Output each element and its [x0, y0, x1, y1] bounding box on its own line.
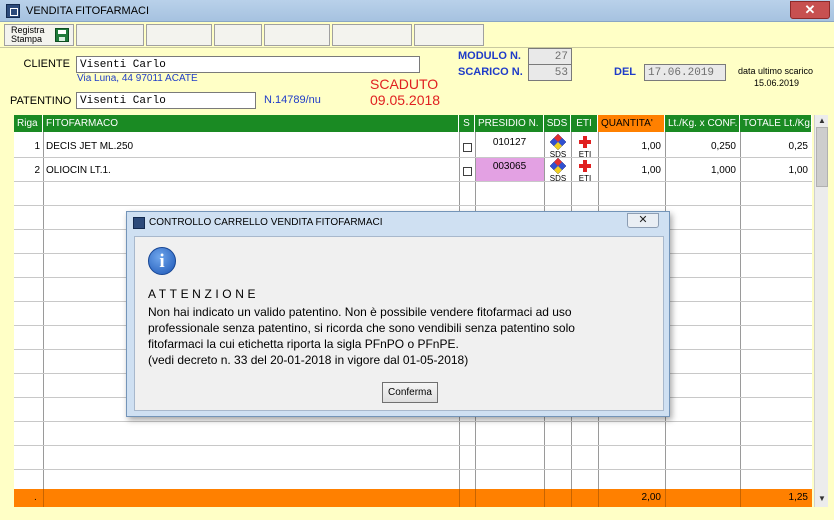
col-s: S [459, 115, 475, 132]
total-quantity: 2,00 [641, 492, 661, 503]
row-separator [14, 445, 812, 446]
toolbar-button-7[interactable] [414, 24, 484, 46]
col-sds: SDS [544, 115, 571, 132]
scroll-thumb[interactable] [816, 127, 828, 187]
presidio-number: 003065 [492, 161, 527, 172]
toolbar-button-5[interactable] [264, 24, 330, 46]
totals-marker: . [34, 492, 37, 503]
save-print-label: Registra Stampa [11, 25, 45, 44]
patentino-field[interactable]: Visenti Carlo [76, 92, 256, 109]
cliente-label: CLIENTE [23, 58, 70, 70]
sds-icon[interactable]: SDS [546, 158, 570, 182]
lt-per-conf: 0,250 [710, 141, 736, 152]
dialog-close-button[interactable]: ✕ [627, 213, 659, 228]
row-separator [14, 421, 812, 422]
col-separator [740, 132, 741, 489]
totals-row: . 2,00 1,25 [14, 489, 812, 507]
row-separator [14, 181, 812, 182]
toolbar: Registra Stampa [0, 22, 834, 48]
patentino-number: N.14789/nu [264, 94, 321, 106]
modulo-label: MODULO N. [458, 50, 521, 62]
total-lt-kg: 1,25 [788, 492, 808, 503]
col-totale: TOTALE Lt./Kg. [740, 115, 812, 132]
confirm-button[interactable]: Conferma [382, 382, 438, 403]
toolbar-button-4[interactable] [214, 24, 262, 46]
dialog-message: Non hai indicato un valido patentino. No… [148, 304, 648, 368]
total-lt: 0,25 [788, 141, 808, 152]
warning-dialog: CONTROLLO CARRELLO VENDITA FITOFARMACI ✕… [126, 211, 670, 417]
del-label: DEL [614, 66, 636, 78]
row-separator [14, 469, 812, 470]
dialog-app-icon [133, 217, 145, 229]
floppy-disk-icon [55, 28, 69, 42]
svg-text:ETI: ETI [579, 174, 591, 182]
col-presidio: PRESIDIO N. [475, 115, 544, 132]
dialog-message-line: Non hai indicato un valido patentino. No… [148, 305, 572, 319]
col-quantita: QUANTITA' [598, 115, 665, 132]
status-expired: SCADUTO [370, 76, 439, 92]
col-separator [459, 489, 460, 507]
scarico-field: 53 [528, 64, 572, 81]
info-icon: i [148, 247, 176, 275]
save-print-button[interactable]: Registra Stampa [4, 24, 74, 46]
label-icon[interactable]: ETI [573, 158, 597, 182]
scroll-down-icon[interactable]: ▼ [817, 494, 827, 504]
window-close-button[interactable]: ✕ [790, 1, 830, 19]
last-unload-label: data ultimo scarico [738, 66, 814, 76]
dialog-message-line: fitofarmaci la cui etichetta riporta la … [148, 337, 459, 351]
row-select-checkbox[interactable] [463, 143, 472, 152]
dialog-title: CONTROLLO CARRELLO VENDITA FITOFARMACI [149, 217, 383, 228]
cliente-address: Via Luna, 44 97011 ACATE [77, 73, 198, 84]
cliente-field[interactable]: Visenti Carlo [76, 56, 420, 73]
col-separator [665, 489, 666, 507]
modulo-field: 27 [528, 48, 572, 65]
patentino-status: SCADUTO 09.05.2018 [370, 76, 440, 108]
scarico-label: SCARICO N. [458, 66, 523, 78]
patentino-label: PATENTINO [10, 95, 72, 107]
svg-text:SDS: SDS [550, 150, 566, 158]
dialog-body: i ATTENZIONE Non hai indicato un valido … [134, 236, 664, 411]
col-separator [43, 489, 44, 507]
window-title-bar: VENDITA FITOFARMACI ✕ [0, 0, 834, 22]
product-name: DECIS JET ML.250 [46, 141, 134, 152]
label-icon[interactable]: ETI [573, 134, 597, 158]
toolbar-button-6[interactable] [332, 24, 412, 46]
lt-per-conf: 1,000 [710, 165, 736, 176]
del-date-field: 17.06.2019 [644, 64, 726, 81]
svg-text:ETI: ETI [579, 150, 591, 158]
row-separator [14, 157, 812, 158]
dialog-message-line: professionale senza patentino, si ricord… [148, 321, 575, 335]
col-separator [475, 489, 476, 507]
col-separator [43, 132, 44, 489]
last-unload-date: 15.06.2019 [754, 78, 800, 88]
row-separator [14, 205, 812, 206]
row-number: 1 [34, 141, 40, 152]
dialog-message-line: (vedi decreto n. 33 del 20-01-2018 in vi… [148, 353, 469, 367]
dialog-heading: ATTENZIONE [148, 287, 260, 301]
total-lt: 1,00 [788, 165, 808, 176]
toolbar-button-2[interactable] [76, 24, 144, 46]
row-number: 2 [34, 165, 40, 176]
col-lt-conf: Lt./Kg. x CONF. [665, 115, 740, 132]
col-separator [571, 489, 572, 507]
status-expiry-date: 09.05.2018 [370, 92, 441, 108]
presidio-number: 010127 [492, 137, 527, 148]
table-scrollbar[interactable]: ▲ ▼ [814, 115, 828, 507]
col-eti: ETI [571, 115, 598, 132]
row-select-checkbox[interactable] [463, 167, 472, 176]
sds-icon[interactable]: SDS [546, 134, 570, 158]
col-fitofarmaco: FITOFARMACO [43, 115, 459, 132]
col-riga: Riga [14, 115, 43, 132]
quantity: 1,00 [641, 165, 661, 176]
svg-text:SDS: SDS [550, 174, 566, 182]
quantity: 1,00 [641, 141, 661, 152]
scroll-up-icon[interactable]: ▲ [817, 116, 827, 126]
toolbar-button-3[interactable] [146, 24, 212, 46]
col-separator [544, 489, 545, 507]
window-title: VENDITA FITOFARMACI [26, 5, 150, 17]
app-icon [6, 4, 20, 18]
product-name: OLIOCIN LT.1. [46, 165, 111, 176]
